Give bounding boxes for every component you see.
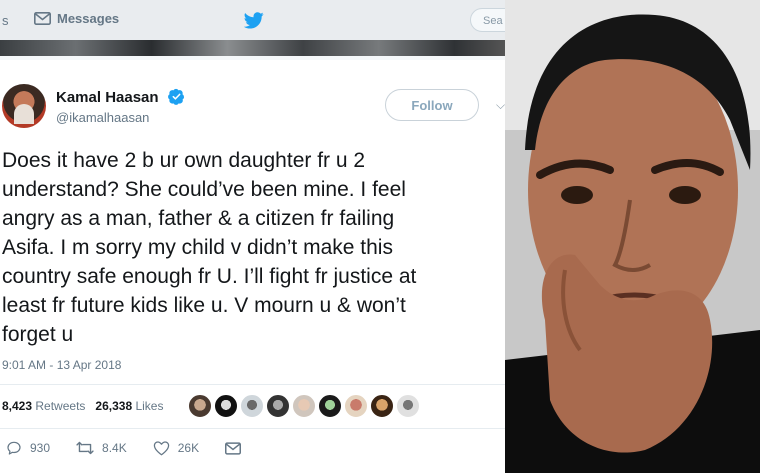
liker-avatar[interactable] xyxy=(292,394,316,418)
retweet-button[interactable]: 8.4K xyxy=(76,440,127,456)
liker-avatar[interactable] xyxy=(240,394,264,418)
tweet-stats: 8,423 Retweets 26,338 Likes xyxy=(2,399,163,413)
chevron-down-icon[interactable]: ⌵ xyxy=(496,98,505,113)
retweets-count: 8,423 xyxy=(2,399,33,413)
liker-avatar[interactable] xyxy=(370,394,394,418)
retweets-label: Retweets xyxy=(35,399,86,413)
envelope-icon xyxy=(34,12,51,25)
like-count: 26K xyxy=(177,441,200,455)
nav-fragment[interactable]: s xyxy=(2,13,9,28)
follow-button[interactable]: Follow xyxy=(385,89,479,121)
portrait-photo xyxy=(505,0,760,473)
liker-avatars xyxy=(188,394,420,418)
twitter-bird-icon[interactable] xyxy=(244,12,264,29)
reply-count: 930 xyxy=(30,441,51,455)
liker-avatar[interactable] xyxy=(344,394,368,418)
liker-avatar[interactable] xyxy=(214,394,238,418)
liker-avatar[interactable] xyxy=(318,394,342,418)
liker-avatar[interactable] xyxy=(266,394,290,418)
nav-messages[interactable]: Messages xyxy=(34,11,119,26)
likes-label: Likes xyxy=(135,399,164,413)
header-banner-image xyxy=(0,40,505,56)
portrait-illustration xyxy=(505,0,760,473)
reply-icon xyxy=(7,441,21,455)
verified-badge-icon xyxy=(168,88,185,105)
display-name[interactable]: Kamal Haasan xyxy=(56,89,159,106)
tweet-timestamp[interactable]: 9:01 AM - 13 Apr 2018 xyxy=(2,358,121,372)
tweet-panel: s Messages Sea Kamal Haasan @ikamalhaasa… xyxy=(0,0,505,473)
nav-messages-label: Messages xyxy=(57,11,120,26)
banner-edge xyxy=(0,56,505,60)
direct-message-button[interactable] xyxy=(225,441,242,455)
envelope-icon xyxy=(225,441,242,455)
heart-icon xyxy=(153,441,169,456)
likes-count: 26,338 xyxy=(95,399,133,413)
divider xyxy=(0,384,505,385)
tweet-actions: 930 8.4K 26K xyxy=(6,440,267,456)
like-button[interactable]: 26K xyxy=(153,440,199,456)
reply-button[interactable]: 930 xyxy=(6,440,50,456)
divider xyxy=(0,428,505,429)
twitter-topbar: s Messages Sea xyxy=(0,0,505,41)
liker-avatar[interactable] xyxy=(188,394,212,418)
user-handle[interactable]: @ikamalhaasan xyxy=(56,110,149,125)
liker-avatar[interactable] xyxy=(396,394,420,418)
retweet-count: 8.4K xyxy=(102,441,127,455)
search-input[interactable]: Sea xyxy=(470,8,505,32)
retweets-stat[interactable]: 8,423 Retweets xyxy=(2,399,85,413)
avatar[interactable] xyxy=(2,84,46,128)
tweet-text: Does it have 2 b ur own daughter fr u 2 … xyxy=(2,149,417,346)
retweet-icon xyxy=(76,441,94,455)
likes-stat[interactable]: 26,338 Likes xyxy=(95,399,163,413)
avatar-figure xyxy=(14,104,34,124)
